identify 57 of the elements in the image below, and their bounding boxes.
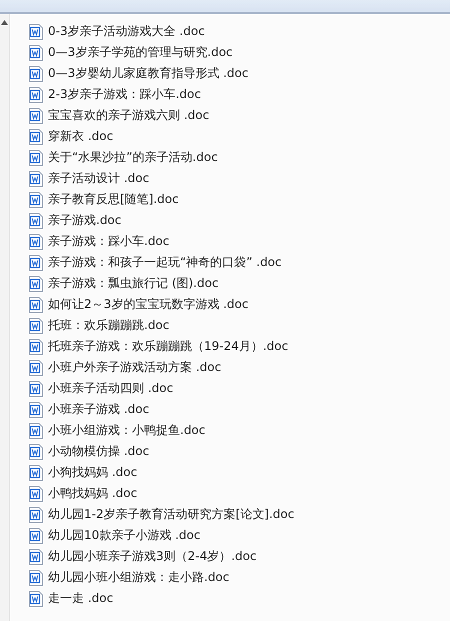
file-item[interactable]: 2-3岁亲子游戏：踩小车.doc [29,84,294,105]
file-item[interactable]: 亲子活动设计 .doc [29,168,294,189]
file-item[interactable]: 宝宝喜欢的亲子游戏六则 .doc [29,105,294,126]
word-document-icon [29,318,43,334]
word-document-icon [29,590,43,606]
word-document-icon [29,402,43,418]
word-document-icon [29,254,43,270]
word-document-icon [29,276,43,292]
word-document-icon [29,192,43,208]
word-document-icon [29,464,43,480]
file-item[interactable]: 走一走 .doc [29,588,294,609]
word-document-icon [29,44,43,60]
word-document-icon [29,234,43,250]
word-document-icon [29,380,43,396]
word-document-icon [29,66,43,82]
word-document-icon [29,548,43,564]
word-document-icon [29,170,43,186]
file-item[interactable]: 关于“水果沙拉”的亲子活动.doc [29,147,294,168]
file-item[interactable]: 如何让2～3岁的宝宝玩数字游戏 .doc [29,294,294,315]
file-item[interactable]: 幼儿园10款亲子小游戏 .doc [29,525,294,546]
file-item[interactable]: 托班亲子游戏：欢乐蹦蹦跳（19-24月）.doc [29,336,294,357]
word-document-icon [29,86,43,102]
word-document-icon [29,338,43,354]
word-document-icon [29,506,43,522]
file-item[interactable]: 小班户外亲子游戏活动方案 .doc [29,357,294,378]
file-item[interactable]: 亲子教育反思[随笔].doc [29,189,294,210]
scroll-up-arrow-icon[interactable] [1,20,8,25]
file-item[interactable]: 小动物模仿操 .doc [29,441,294,462]
word-document-icon [29,212,43,228]
file-item[interactable]: 穿新衣 .doc [29,126,294,147]
file-item[interactable]: 幼儿园小班小组游戏：走小路.doc [29,567,294,588]
word-document-icon [29,296,43,312]
file-item[interactable]: 幼儿园小班亲子游戏3则（2-4岁）.doc [29,546,294,567]
file-item[interactable]: 小班亲子游戏 .doc [29,399,294,420]
file-item[interactable]: 0—3岁婴幼儿家庭教育指导形式 .doc [29,63,294,84]
file-item[interactable]: 小班小组游戏：小鸭捉鱼.doc [29,420,294,441]
word-document-icon [29,150,43,166]
word-document-icon [29,108,43,124]
file-item[interactable]: 亲子游戏：踩小车.doc [29,231,294,252]
word-document-icon [29,486,43,502]
file-item[interactable]: 小鸭找妈妈 .doc [29,483,294,504]
word-document-icon [29,360,43,376]
word-document-icon [29,570,43,586]
word-document-icon [29,24,43,40]
word-document-icon [29,128,43,144]
file-item[interactable]: 亲子游戏：瓢虫旅行记 (图).doc [29,273,294,294]
file-item[interactable]: 亲子游戏.doc [29,210,294,231]
word-document-icon [29,422,43,438]
file-item[interactable]: 0—3岁亲子学苑的管理与研究.doc [29,42,294,63]
file-item[interactable]: 幼儿园1-2岁亲子教育活动研究方案[论文].doc [29,504,294,525]
file-item[interactable]: 小狗找妈妈 .doc [29,462,294,483]
word-document-icon [29,528,43,544]
file-item[interactable]: 托班：欢乐蹦蹦跳.doc [29,315,294,336]
word-document-icon [29,444,43,460]
file-item[interactable]: 亲子游戏：和孩子一起玩“神奇的口袋” .doc [29,252,294,273]
file-item[interactable]: 0-3岁亲子活动游戏大全 .doc [29,21,294,42]
file-item[interactable]: 小班亲子活动四则 .doc [29,378,294,399]
